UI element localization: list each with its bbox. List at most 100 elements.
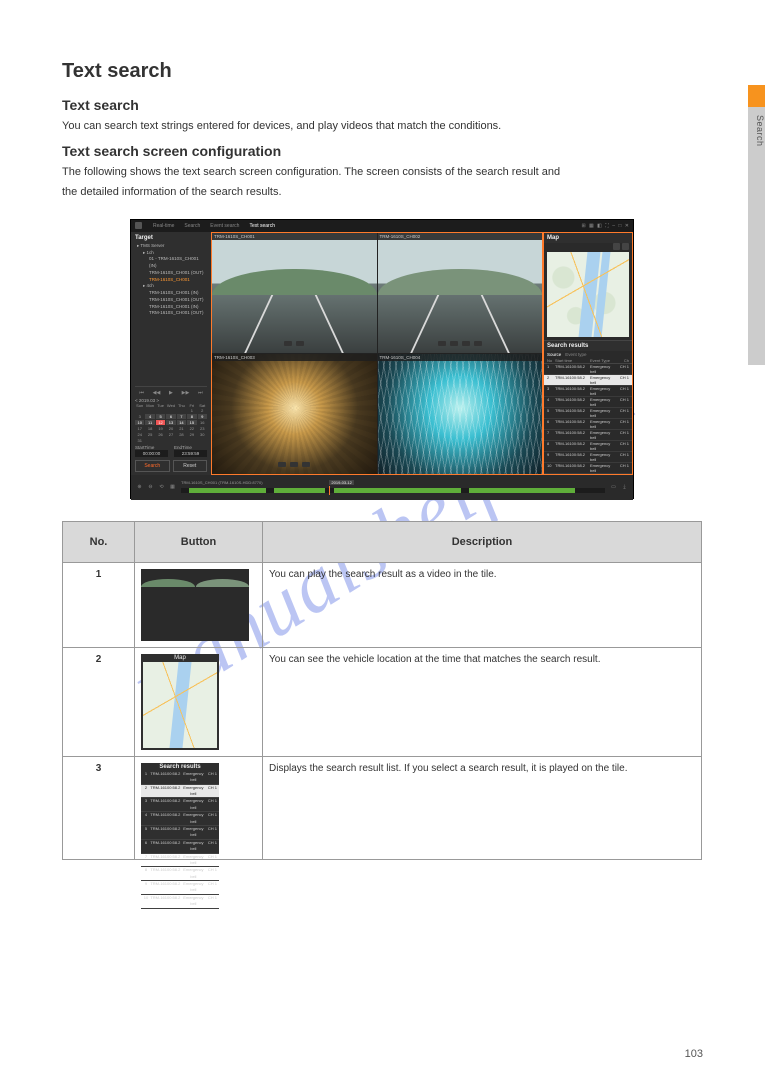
tile-caption: TRM-1610S_CH004 bbox=[378, 354, 543, 361]
calendar-day[interactable]: 28 bbox=[177, 432, 186, 437]
tab-search[interactable]: Search bbox=[184, 223, 200, 229]
tree-item[interactable]: ▸ 4ch bbox=[135, 283, 207, 290]
tl-btn-icon[interactable]: ▦ bbox=[168, 484, 177, 490]
calendar-day[interactable]: 4 bbox=[145, 414, 154, 419]
tree-item-selected[interactable]: TRM-1610S_CH001 bbox=[135, 277, 207, 284]
tree-item[interactable]: 01 - TRM-1610S_CH001 (IN) bbox=[135, 256, 207, 270]
cell-desc: You can play the search result as a vide… bbox=[263, 562, 702, 647]
tree-item[interactable]: ▸ TMS Server bbox=[135, 243, 207, 250]
rew-icon[interactable]: ◀◀ bbox=[153, 390, 161, 396]
sr-tab-source[interactable]: Source bbox=[547, 352, 561, 357]
calendar-day[interactable]: 23 bbox=[198, 426, 207, 431]
calendar-day[interactable]: 19 bbox=[156, 426, 165, 431]
video-tile[interactable]: TRM-1610S_CH001 bbox=[212, 233, 377, 353]
tree-item[interactable]: TRM-1610S_CH001 (OUT) bbox=[135, 310, 207, 317]
search-results-list: 1TRM-16100:58.2Emergency bellCH 12TRM-16… bbox=[544, 364, 632, 474]
paragraph-1: You can search text strings entered for … bbox=[62, 119, 702, 135]
start-time-input[interactable]: 00:00:00 bbox=[135, 450, 168, 457]
calendar-day[interactable]: 31 bbox=[135, 438, 144, 443]
calendar-day[interactable]: 7 bbox=[177, 414, 186, 419]
cell-desc: You can see the vehicle location at the … bbox=[263, 647, 702, 756]
search-result-row[interactable]: 4TRM-16100:58.2Emergency bellCH 1 bbox=[544, 397, 632, 408]
tab-textsearch[interactable]: Text search bbox=[249, 223, 275, 229]
video-tile[interactable]: TRM-1610S_CH002 bbox=[378, 233, 543, 353]
search-result-row[interactable]: 9TRM-16100:58.2Emergency bellCH 1 bbox=[544, 452, 632, 463]
calendar-day[interactable]: 6 bbox=[166, 414, 175, 419]
tl-btn-icon[interactable]: ⟲ bbox=[157, 484, 166, 490]
calendar-day[interactable]: 1 bbox=[187, 408, 196, 413]
calendar-day[interactable]: 25 bbox=[145, 432, 154, 437]
tl-btn-icon[interactable]: ⊕ bbox=[135, 484, 144, 490]
calendar-day[interactable]: 18 bbox=[145, 426, 154, 431]
win-icon[interactable]: □ bbox=[618, 223, 621, 229]
calendar-day[interactable]: 10 bbox=[135, 420, 144, 425]
win-icon[interactable]: ⊞ bbox=[581, 223, 585, 229]
win-icon[interactable]: ✕ bbox=[625, 223, 629, 229]
calendar-day[interactable]: 13 bbox=[166, 420, 175, 425]
tab-realtime[interactable]: Real-time bbox=[153, 223, 174, 229]
map-tool-icon[interactable] bbox=[613, 243, 620, 250]
search-result-row[interactable]: 8TRM-16100:58.2Emergency bellCH 1 bbox=[544, 441, 632, 452]
video-tile[interactable]: TRM-1610S_CH004 bbox=[378, 354, 543, 474]
tl-tool-icon[interactable]: ▭ bbox=[609, 484, 618, 490]
search-button[interactable]: Search bbox=[135, 460, 170, 472]
tab-eventsearch[interactable]: Event search bbox=[210, 223, 239, 229]
th-no: No. bbox=[63, 521, 135, 562]
map-tool-icon[interactable] bbox=[622, 243, 629, 250]
calendar-day[interactable]: 15 bbox=[187, 420, 196, 425]
calendar-day[interactable]: 21 bbox=[177, 426, 186, 431]
calendar-day[interactable]: 2 bbox=[198, 408, 207, 413]
calendar-day[interactable]: 26 bbox=[156, 432, 165, 437]
calendar-day[interactable]: 12 bbox=[156, 420, 165, 425]
playback-controls: ⏮ ◀◀ ▶ ▶▶ ⏭ < 2019.03 > SunMonTueWedThuF… bbox=[135, 386, 207, 472]
tree-item[interactable]: TRM-1610S_CH001 (IN) bbox=[135, 290, 207, 297]
end-time-input[interactable]: 23:59:59 bbox=[174, 450, 207, 457]
win-icon[interactable]: – bbox=[612, 223, 615, 229]
search-result-row[interactable]: 1TRM-16100:58.2Emergency bellCH 1 bbox=[544, 364, 632, 375]
calendar-day[interactable]: 9 bbox=[198, 414, 207, 419]
reset-button[interactable]: Reset bbox=[173, 460, 208, 472]
calendar-day[interactable]: 22 bbox=[187, 426, 196, 431]
calendar-day[interactable]: 29 bbox=[187, 432, 196, 437]
subheading-1: Text search bbox=[62, 97, 702, 113]
tree-item[interactable]: ▸ 1ch bbox=[135, 250, 207, 257]
calendar-day[interactable]: 17 bbox=[135, 426, 144, 431]
calendar-day[interactable]: 8 bbox=[187, 414, 196, 419]
calendar-grid[interactable]: 1234567891011121314151617181920212223242… bbox=[135, 408, 207, 443]
search-result-row[interactable]: 3TRM-16100:58.2Emergency bellCH 1 bbox=[544, 386, 632, 397]
map-view[interactable] bbox=[547, 252, 629, 337]
win-icon[interactable]: ⛶ bbox=[605, 223, 609, 229]
calendar-day[interactable]: 16 bbox=[198, 420, 207, 425]
calendar-day[interactable]: 3 bbox=[135, 414, 144, 419]
tl-tool-icon[interactable]: ⤓ bbox=[620, 484, 629, 490]
transport-row: ⏮ ◀◀ ▶ ▶▶ ⏭ bbox=[135, 390, 207, 396]
search-result-row[interactable]: 7TRM-16100:58.2Emergency bellCH 1 bbox=[544, 430, 632, 441]
device-tree[interactable]: ▸ TMS Server ▸ 1ch 01 - TRM-1610S_CH001 … bbox=[135, 243, 207, 317]
tree-item[interactable]: TRM-1610S_CH001 (IN) bbox=[135, 304, 207, 311]
calendar-day[interactable]: 30 bbox=[198, 432, 207, 437]
tl-btn-icon[interactable]: ⊖ bbox=[146, 484, 155, 490]
tree-item[interactable]: TRM-1610S_CH001 (OUT) bbox=[135, 297, 207, 304]
ff-icon[interactable]: ▶▶ bbox=[182, 390, 190, 396]
timeline[interactable]: TRM-1610S_CH001 (TRM-1610S-HDD:8770) 201… bbox=[181, 480, 605, 494]
search-result-row[interactable]: 5TRM-16100:58.2Emergency bellCH 1 bbox=[544, 408, 632, 419]
calendar-day[interactable]: 14 bbox=[177, 420, 186, 425]
calendar-day[interactable]: 5 bbox=[156, 414, 165, 419]
search-result-row[interactable]: 6TRM-16100:58.2Emergency bellCH 1 bbox=[544, 419, 632, 430]
search-result-row[interactable]: 10TRM-16100:58.2Emergency bellCH 1 bbox=[544, 463, 632, 474]
next-icon[interactable]: ⏭ bbox=[198, 390, 203, 396]
sr-tab-event[interactable]: Event type bbox=[565, 352, 586, 357]
calendar-day[interactable]: 24 bbox=[135, 432, 144, 437]
search-result-row[interactable]: 2TRM-16100:58.2Emergency bellCH 1 bbox=[544, 375, 632, 386]
tree-item[interactable]: TRM-1610S_CH001 (OUT) bbox=[135, 270, 207, 277]
prev-icon[interactable]: ⏮ bbox=[139, 390, 144, 396]
win-icon[interactable]: ◧ bbox=[597, 223, 602, 229]
th-desc: Description bbox=[263, 521, 702, 562]
video-tile[interactable]: TRM-1610S_CH003 bbox=[212, 354, 377, 474]
play-icon[interactable]: ▶ bbox=[169, 390, 173, 396]
table-row: 3 Search results 1TRM-16100:58.2Emergenc… bbox=[63, 756, 702, 859]
calendar-day[interactable]: 27 bbox=[166, 432, 175, 437]
win-icon[interactable]: ▦ bbox=[589, 223, 594, 229]
calendar-day[interactable]: 20 bbox=[166, 426, 175, 431]
calendar-day[interactable]: 11 bbox=[145, 420, 154, 425]
